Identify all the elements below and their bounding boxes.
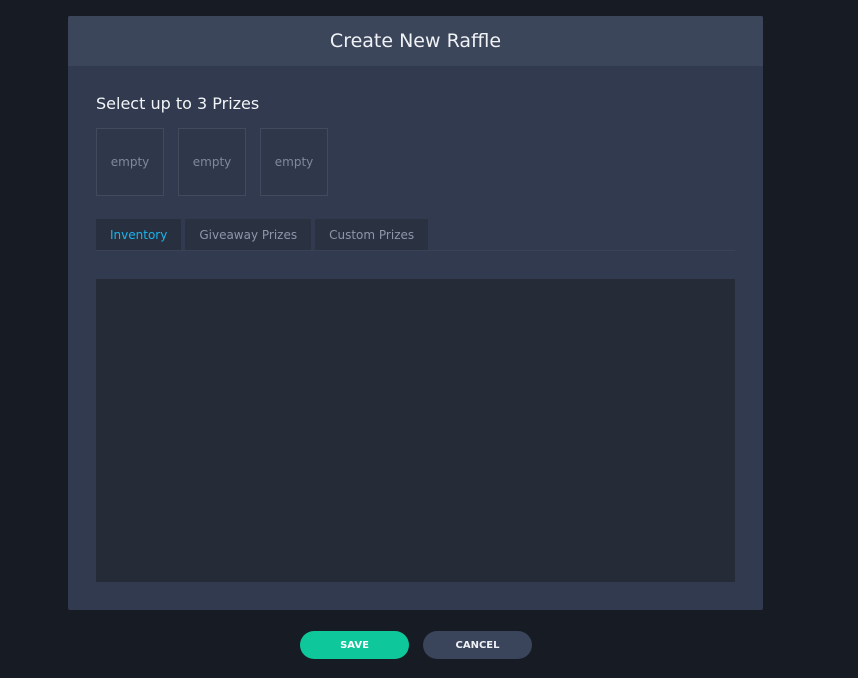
cancel-button[interactable]: CANCEL xyxy=(423,631,532,659)
prize-slot-2[interactable]: empty xyxy=(178,128,246,196)
modal-header: Create New Raffle xyxy=(68,16,763,66)
prize-slot-label: empty xyxy=(110,155,150,169)
prize-slots: empty empty empty xyxy=(96,128,328,196)
prize-slot-3[interactable]: empty xyxy=(260,128,328,196)
tab-giveaway-prizes[interactable]: Giveaway Prizes xyxy=(185,219,312,250)
prize-slot-label: empty xyxy=(192,155,232,169)
prize-list-panel xyxy=(96,279,735,582)
tab-inventory[interactable]: Inventory xyxy=(96,219,182,250)
prize-slot-label: empty xyxy=(274,155,314,169)
save-button[interactable]: SAVE xyxy=(300,631,409,659)
prize-tabs: Inventory Giveaway Prizes Custom Prizes xyxy=(96,219,735,251)
modal-title: Create New Raffle xyxy=(329,30,502,52)
modal-actions: SAVE CANCEL xyxy=(300,631,532,659)
create-raffle-modal: Create New Raffle Select up to 3 Prizes … xyxy=(68,16,763,610)
prize-selection-title: Select up to 3 Prizes xyxy=(96,94,260,113)
prize-slot-1[interactable]: empty xyxy=(96,128,164,196)
tab-custom-prizes[interactable]: Custom Prizes xyxy=(315,219,429,250)
